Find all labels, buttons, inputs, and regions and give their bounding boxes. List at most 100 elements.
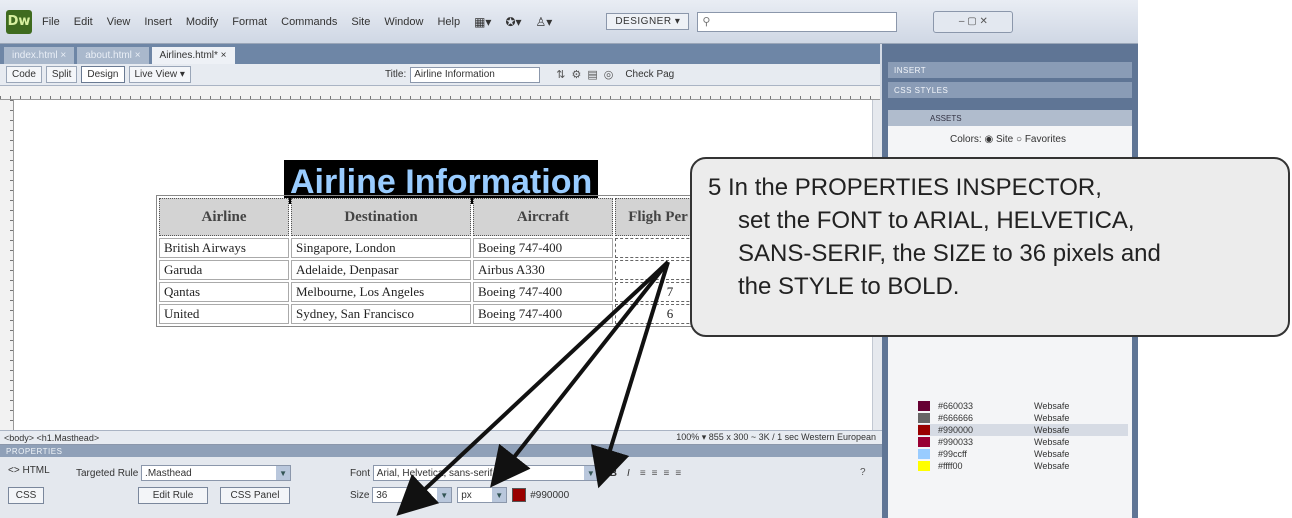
favorites-radio[interactable]: ○ bbox=[1016, 134, 1022, 145]
font-select[interactable]: Arial, Helvetica, sans-serif bbox=[372, 465, 599, 481]
list-item[interactable]: #660033 Websafe bbox=[918, 400, 1128, 412]
code-view-button[interactable]: Code bbox=[6, 66, 42, 83]
cell-aircraft[interactable]: Airbus A330 bbox=[473, 260, 613, 280]
tab-label: about.html bbox=[85, 50, 132, 61]
css-panel-button[interactable]: CSS Panel bbox=[220, 487, 290, 504]
assets-tab[interactable]: ASSETS bbox=[888, 110, 1132, 126]
close-icon[interactable]: × bbox=[221, 50, 227, 61]
cell-airline[interactable]: United bbox=[159, 304, 289, 324]
css-styles-panel-tab[interactable]: CSS STYLES bbox=[888, 82, 1132, 98]
html-mode-toggle[interactable]: <> HTML bbox=[8, 465, 50, 476]
edit-rule-button[interactable]: Edit Rule bbox=[138, 487, 208, 504]
cell-airline[interactable]: British Airways bbox=[159, 238, 289, 258]
cell-aircraft[interactable]: Boeing 747-400 bbox=[473, 238, 613, 258]
chevron-down-icon[interactable]: ▼ bbox=[437, 488, 452, 502]
menu-edit[interactable]: Edit bbox=[74, 16, 93, 28]
close-icon[interactable]: × bbox=[135, 50, 141, 61]
menu-help[interactable]: Help bbox=[437, 16, 460, 28]
page-title-input[interactable]: Airline Information bbox=[410, 66, 541, 83]
color-value[interactable]: #990000 bbox=[530, 490, 569, 501]
menu-format[interactable]: Format bbox=[232, 16, 267, 28]
tab-label: index.html bbox=[12, 50, 58, 61]
swatch-type: Websafe bbox=[1034, 437, 1070, 447]
tab-airlines[interactable]: Airlines.html* × bbox=[151, 47, 235, 64]
table-row: United Sydney, San Francisco Boeing 747-… bbox=[159, 304, 725, 324]
color-swatch bbox=[918, 425, 930, 435]
split-view-button[interactable]: Split bbox=[45, 66, 78, 83]
menu-insert[interactable]: Insert bbox=[144, 16, 172, 28]
list-item[interactable]: #990000 Websafe bbox=[918, 424, 1128, 436]
header-destination[interactable]: Destination bbox=[291, 198, 471, 236]
menu-modify[interactable]: Modify bbox=[186, 16, 218, 28]
targeted-rule-select[interactable]: .Masthead bbox=[141, 465, 292, 481]
window-controls[interactable]: – ▢ ✕ bbox=[933, 10, 1014, 33]
cell-airline[interactable]: Qantas bbox=[159, 282, 289, 302]
site-radio[interactable]: ◉ bbox=[984, 134, 993, 145]
list-item[interactable]: #99ccff Websafe bbox=[918, 448, 1128, 460]
airlines-table[interactable]: Airline Destination Aircraft Fligh Per W… bbox=[156, 195, 728, 327]
header-airline[interactable]: Airline bbox=[159, 198, 289, 236]
color-swatch bbox=[918, 461, 930, 471]
header-aircraft[interactable]: Aircraft bbox=[473, 198, 613, 236]
close-icon[interactable]: × bbox=[60, 50, 66, 61]
menu-file[interactable]: File bbox=[42, 16, 60, 28]
cell-destination[interactable]: Adelaide, Denpasar bbox=[291, 260, 471, 280]
properties-title: PROPERTIES bbox=[0, 445, 882, 457]
search-input[interactable]: ⚲ bbox=[697, 11, 898, 32]
check-page-button[interactable]: Check Pag bbox=[625, 69, 674, 80]
bold-button[interactable]: B bbox=[610, 468, 617, 479]
tab-index[interactable]: index.html × bbox=[4, 47, 75, 64]
status-bar: <body> <h1.Masthead> 100% ▾ 855 x 300 ~ … bbox=[0, 430, 882, 444]
chevron-down-icon[interactable]: ▼ bbox=[492, 488, 507, 502]
live-view-button[interactable]: Live View ▾ bbox=[128, 66, 191, 83]
insert-panel-tab[interactable]: INSERT bbox=[888, 62, 1132, 78]
table-row: Garuda Adelaide, Denpasar Airbus A330 bbox=[159, 260, 725, 280]
list-item[interactable]: #ffff00 Websafe bbox=[918, 460, 1128, 472]
size-label: Size bbox=[350, 489, 370, 501]
css-mode-toggle[interactable]: CSS bbox=[8, 487, 44, 504]
chevron-down-icon[interactable]: ▼ bbox=[276, 466, 291, 480]
swatch-code: #990000 bbox=[938, 425, 974, 435]
menu-bar: Dw File Edit View Insert Modify Format C… bbox=[0, 0, 1138, 44]
zoom-level[interactable]: 100% bbox=[676, 432, 699, 442]
title-label: Title: bbox=[384, 69, 407, 80]
horizontal-ruler bbox=[0, 86, 880, 100]
chevron-down-icon[interactable]: ▼ bbox=[583, 466, 598, 480]
cell-aircraft[interactable]: Boeing 747-400 bbox=[473, 282, 613, 302]
file-management-icon[interactable]: ⇅⚙▤◎ bbox=[556, 68, 619, 81]
font-label: Font bbox=[350, 467, 371, 479]
help-icon[interactable]: ? bbox=[860, 467, 866, 478]
layout-icon[interactable]: ▦▾ bbox=[474, 15, 491, 29]
tag-selector[interactable]: <body> <h1.Masthead> bbox=[4, 433, 99, 443]
site-icon[interactable]: ♙▾ bbox=[536, 15, 553, 29]
align-icon[interactable]: ≡≡≡≡ bbox=[640, 468, 687, 479]
cell-destination[interactable]: Singapore, London bbox=[291, 238, 471, 258]
chevron-down-icon: ▾ bbox=[674, 16, 681, 27]
menu-window[interactable]: Window bbox=[384, 16, 423, 28]
swatch-code: #666666 bbox=[938, 413, 974, 423]
status-info: 100% ▾ 855 x 300 ~ 3K / 1 sec Western Eu… bbox=[676, 432, 876, 442]
code-label: Code bbox=[12, 69, 36, 80]
cell-destination[interactable]: Sydney, San Francisco bbox=[291, 304, 471, 324]
minimize-icon[interactable]: – ▢ ✕ bbox=[959, 16, 988, 27]
css-button[interactable]: CSS bbox=[8, 487, 44, 504]
html-icon: <> bbox=[8, 465, 23, 476]
swatch-code: #990033 bbox=[938, 437, 974, 447]
menu-view[interactable]: View bbox=[107, 16, 131, 28]
list-item[interactable]: #990033 Websafe bbox=[918, 436, 1128, 448]
menu-commands[interactable]: Commands bbox=[281, 16, 337, 28]
color-picker[interactable] bbox=[512, 488, 527, 502]
workspace-label: DESIGNER bbox=[615, 16, 672, 27]
list-item[interactable]: #666666 Websafe bbox=[918, 412, 1128, 424]
tab-about[interactable]: about.html × bbox=[77, 47, 149, 64]
workspace-switcher[interactable]: DESIGNER ▾ bbox=[606, 13, 690, 30]
document-tabs: index.html × about.html × Airlines.html*… bbox=[0, 44, 880, 64]
app-logo: Dw bbox=[6, 9, 32, 34]
cell-destination[interactable]: Melbourne, Los Angeles bbox=[291, 282, 471, 302]
italic-button[interactable]: I bbox=[627, 468, 630, 479]
extend-icon[interactable]: ✪▾ bbox=[505, 15, 521, 29]
cell-airline[interactable]: Garuda bbox=[159, 260, 289, 280]
cell-aircraft[interactable]: Boeing 747-400 bbox=[473, 304, 613, 324]
menu-site[interactable]: Site bbox=[351, 16, 370, 28]
design-view-button[interactable]: Design bbox=[81, 66, 125, 83]
